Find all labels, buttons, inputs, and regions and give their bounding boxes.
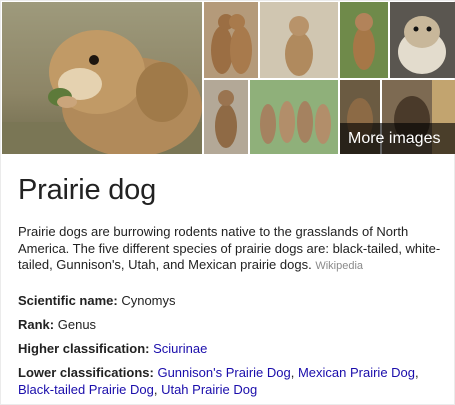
lower-classification-link[interactable]: Black-tailed Prairie Dog <box>18 382 154 397</box>
fact-lower-classifications: Lower classifications: Gunnison's Prairi… <box>18 365 446 398</box>
lower-classification-link[interactable]: Utah Prairie Dog <box>161 382 257 397</box>
fact-value: Cynomys <box>121 293 176 308</box>
description-text: Prairie dogs are burrowing rodents nativ… <box>18 224 441 272</box>
prairie-dog-rock-photo[interactable] <box>204 80 248 154</box>
page-title: Prairie dog <box>18 174 157 206</box>
fact-value: Genus <box>57 317 97 332</box>
separator: , <box>415 365 419 380</box>
source-link[interactable]: Wikipedia <box>315 260 363 272</box>
prairie-dogs-group-photo[interactable] <box>250 80 338 154</box>
knowledge-panel: More images Prairie dog Prairie dogs are… <box>0 0 455 405</box>
fact-higher-classification: Higher classification: Sciurinae <box>18 341 446 358</box>
image-strip: More images <box>2 2 455 154</box>
prairie-dogs-kissing-photo[interactable] <box>204 2 258 78</box>
fact-scientific-name: Scientific name: Cynomys <box>18 293 446 310</box>
fact-rank: Rank: Genus <box>18 317 446 334</box>
fact-label: Higher classification: <box>18 341 150 356</box>
fact-label: Lower classifications: <box>18 365 154 380</box>
facts-list: Scientific name: Cynomys Rank: Genus Hig… <box>18 293 446 405</box>
lower-classification-link[interactable]: Gunnison's Prairie Dog <box>157 365 290 380</box>
fact-label: Rank: <box>18 317 55 332</box>
more-images-button[interactable]: More images <box>340 123 455 154</box>
separator: , <box>290 365 298 380</box>
prairie-dog-standing-photo[interactable] <box>260 2 338 78</box>
description: Prairie dogs are burrowing rodents nativ… <box>18 224 446 275</box>
separator: , <box>153 381 162 397</box>
fact-label: Scientific name: <box>18 293 118 308</box>
prairie-dog-eating-photo[interactable] <box>2 2 202 154</box>
lower-classification-link[interactable]: Mexican Prairie Dog <box>298 365 415 380</box>
higher-classification-link[interactable]: Sciurinae <box>153 341 207 356</box>
prairie-dog-closeup-photo[interactable] <box>390 2 455 78</box>
prairie-dog-standing-grass-photo[interactable] <box>340 2 388 78</box>
